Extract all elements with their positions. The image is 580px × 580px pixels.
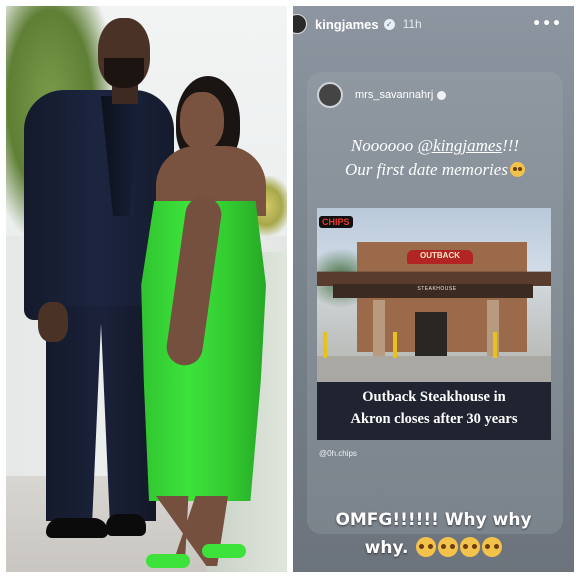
shared-post-header: mrs_savannahrj xyxy=(307,72,563,118)
post-credit[interactable]: @0h.chips xyxy=(319,449,357,458)
restaurant-photo: OUTBACK STEAKHOUSE CHIPS xyxy=(317,208,551,382)
caption-line1: OMFG!!!!!! Why why xyxy=(335,510,532,530)
quote-prefix: Noooooo xyxy=(350,136,418,155)
pillar xyxy=(373,300,385,356)
quote-suffix: !!! xyxy=(502,136,520,155)
quote-mention[interactable]: @kingjames xyxy=(418,136,503,155)
pleading-face-emoji xyxy=(509,162,525,177)
pleading-face-emoji xyxy=(438,537,459,557)
headline-line1: Outback Steakhouse in xyxy=(362,389,506,405)
chips-logo: CHIPS xyxy=(319,216,353,228)
pleading-face-emoji xyxy=(416,537,437,557)
headline-line2: Akron closes after 30 years xyxy=(350,411,518,427)
sidewalk xyxy=(317,356,551,382)
green-shoe xyxy=(146,554,190,568)
yellow-post xyxy=(393,332,397,358)
pleading-face-emoji xyxy=(482,537,503,557)
couple-photo xyxy=(6,6,287,572)
news-headline: Outback Steakhouse in Akron closes after… xyxy=(317,386,551,430)
quote-line2: Our first date memories xyxy=(345,160,508,179)
shared-post-avatar[interactable] xyxy=(317,82,343,108)
door xyxy=(415,312,447,356)
story-time: 11h xyxy=(402,17,422,31)
man-beard xyxy=(104,58,144,88)
news-card[interactable]: OUTBACK STEAKHOUSE CHIPS Outback Steakho… xyxy=(317,208,551,440)
story-username[interactable]: kingjames xyxy=(315,17,379,32)
story-avatar[interactable] xyxy=(293,14,307,34)
story-caption: OMFG!!!!!! Why why why. xyxy=(293,506,574,562)
caption-line2: why. xyxy=(364,538,409,558)
yellow-post xyxy=(493,332,497,358)
storefront-text: STEAKHOUSE xyxy=(417,286,457,292)
restaurant-sign-text: OUTBACK xyxy=(420,251,460,260)
more-icon[interactable]: ••• xyxy=(532,16,562,32)
woman-head xyxy=(180,92,224,150)
shared-post-card[interactable]: mrs_savannahrj Noooooo @kingjames!!! Our… xyxy=(307,72,563,534)
man-shoe xyxy=(46,518,108,538)
green-shoe xyxy=(202,544,246,558)
shared-post-quote: Noooooo @kingjames!!! Our first date mem… xyxy=(307,134,563,182)
man-shoe xyxy=(106,514,146,536)
verified-icon: ✓ xyxy=(383,18,395,30)
pleading-face-emoji xyxy=(460,537,481,557)
shared-post-username[interactable]: mrs_savannahrj xyxy=(355,89,433,101)
verified-icon xyxy=(437,90,447,100)
yellow-post xyxy=(323,332,327,358)
instagram-story: kingjames ✓ 11h ••• mrs_savannahrj Noooo… xyxy=(293,6,574,572)
man-hand xyxy=(38,302,68,342)
